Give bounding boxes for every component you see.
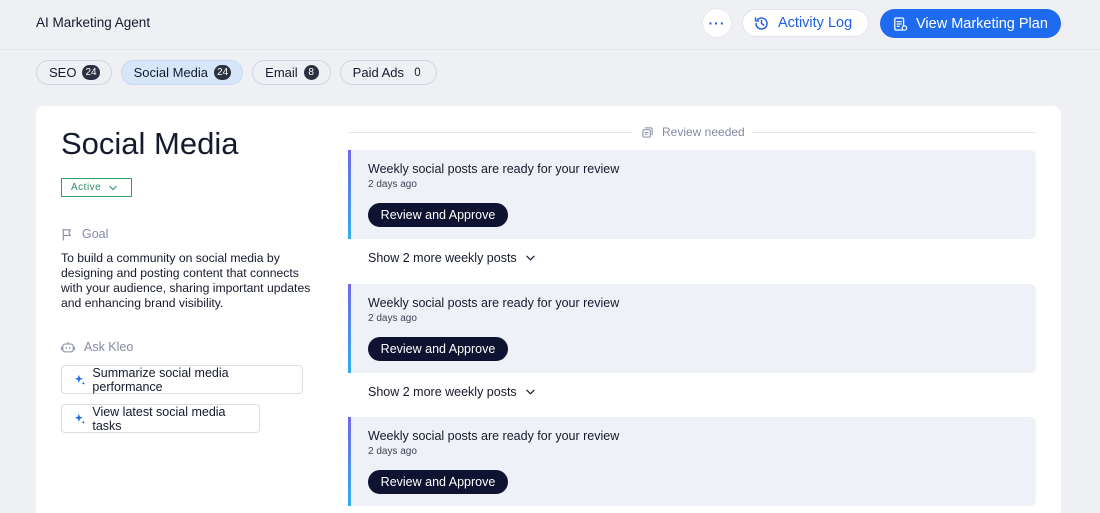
category-tabs: SEO 24 Social Media 24 Email 8 Paid Ads … bbox=[36, 60, 437, 85]
activity-log-label: Activity Log bbox=[778, 15, 853, 31]
flag-icon bbox=[62, 228, 71, 241]
app-title: AI Marketing Agent bbox=[36, 15, 151, 30]
show-more-label: Show 2 more weekly posts bbox=[368, 385, 517, 399]
ask-kleo-heading: Ask Kleo bbox=[61, 340, 133, 354]
sparkle-icon bbox=[74, 413, 85, 424]
status-dropdown[interactable]: Active bbox=[61, 178, 132, 197]
view-marketing-plan-label: View Marketing Plan bbox=[916, 15, 1048, 32]
review-card-title: Weekly social posts are ready for your r… bbox=[368, 296, 620, 310]
status-label: Active bbox=[71, 182, 102, 193]
assistant-icon bbox=[61, 341, 75, 352]
review-card: Weekly social posts are ready for your r… bbox=[348, 284, 1036, 373]
review-card-title: Weekly social posts are ready for your r… bbox=[368, 162, 620, 176]
divider-line bbox=[752, 132, 1036, 133]
page-title: Social Media bbox=[61, 126, 239, 161]
divider-line bbox=[348, 132, 632, 133]
sparkle-icon bbox=[74, 374, 86, 385]
review-needed-heading: Review needed bbox=[642, 125, 745, 139]
review-card: Weekly social posts are ready for your r… bbox=[348, 150, 1036, 239]
review-and-approve-button[interactable]: Review and Approve bbox=[368, 470, 508, 494]
tab-count-badge: 24 bbox=[82, 65, 100, 80]
top-bar: AI Marketing Agent ··· Activity Log View… bbox=[0, 0, 1100, 50]
activity-log-button[interactable]: Activity Log bbox=[742, 9, 869, 37]
chevron-down-icon bbox=[526, 255, 535, 261]
summarize-performance-label: Summarize social media performance bbox=[92, 365, 229, 394]
tab-label: Social Media bbox=[133, 65, 209, 80]
more-options-button[interactable]: ··· bbox=[703, 9, 731, 37]
view-latest-tasks-label: View latest social media tasks bbox=[92, 404, 226, 433]
review-card-title: Weekly social posts are ready for your r… bbox=[368, 429, 620, 443]
tab-count-badge: 24 bbox=[214, 65, 232, 80]
tab-seo[interactable]: SEO 24 bbox=[36, 60, 112, 85]
tab-label: Email bbox=[265, 65, 298, 80]
tab-paid-ads[interactable]: Paid Ads 0 bbox=[339, 60, 437, 85]
review-card-timestamp: 2 days ago bbox=[368, 313, 417, 324]
view-marketing-plan-button[interactable]: View Marketing Plan bbox=[880, 9, 1061, 38]
review-card-timestamp: 2 days ago bbox=[368, 179, 417, 190]
tab-count-badge: 0 bbox=[414, 66, 421, 79]
goal-heading-label: Goal bbox=[82, 227, 109, 241]
tab-email[interactable]: Email 8 bbox=[252, 60, 331, 85]
review-and-approve-button[interactable]: Review and Approve bbox=[368, 337, 508, 361]
ask-kleo-label: Ask Kleo bbox=[84, 340, 134, 354]
tab-label: SEO bbox=[49, 65, 77, 80]
copy-icon bbox=[642, 126, 653, 138]
show-more-posts-toggle[interactable]: Show 2 more weekly posts bbox=[368, 251, 535, 265]
history-icon bbox=[754, 16, 768, 30]
chevron-down-icon bbox=[109, 185, 117, 190]
tab-label: Paid Ads bbox=[352, 65, 404, 80]
tab-count-badge: 8 bbox=[303, 65, 319, 80]
chevron-down-icon bbox=[526, 389, 535, 395]
goal-heading: Goal bbox=[61, 227, 108, 241]
view-latest-tasks-button[interactable]: View latest social media tasks bbox=[61, 404, 260, 433]
review-and-approve-button[interactable]: Review and Approve bbox=[368, 203, 508, 227]
more-icon: ··· bbox=[708, 15, 726, 31]
tab-social-media[interactable]: Social Media 24 bbox=[120, 60, 244, 85]
review-card-timestamp: 2 days ago bbox=[368, 446, 417, 457]
show-more-posts-toggle[interactable]: Show 2 more weekly posts bbox=[368, 385, 535, 399]
review-card: Weekly social posts are ready for your r… bbox=[348, 417, 1036, 506]
goal-description: To build a community on social media by … bbox=[61, 251, 311, 310]
show-more-label: Show 2 more weekly posts bbox=[368, 251, 517, 265]
plan-document-icon bbox=[894, 16, 908, 31]
summarize-performance-button[interactable]: Summarize social media performance bbox=[61, 365, 303, 394]
review-needed-label: Review needed bbox=[662, 125, 745, 139]
review-needed-divider: Review needed bbox=[348, 124, 1036, 142]
